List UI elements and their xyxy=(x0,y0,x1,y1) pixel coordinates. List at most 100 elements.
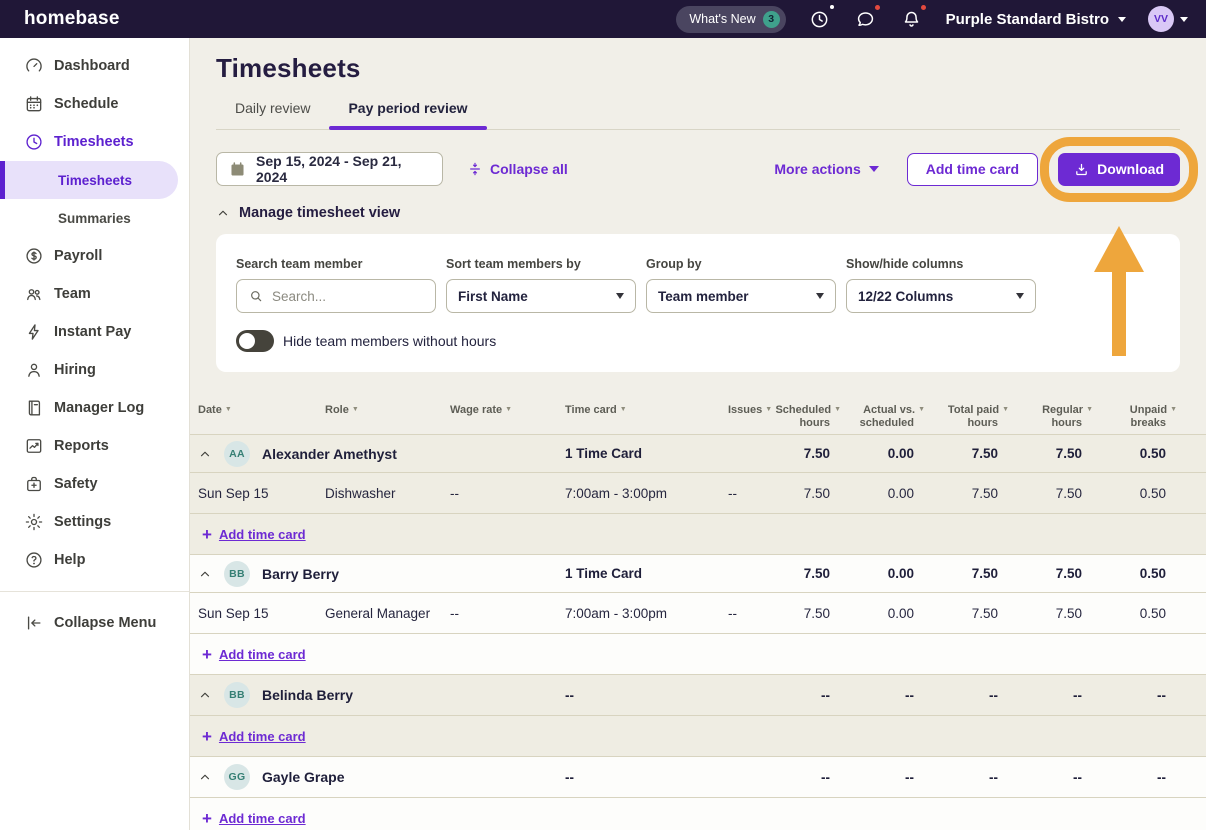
avatar: GG xyxy=(224,764,250,790)
search-input[interactable] xyxy=(272,289,424,304)
bell-icon[interactable] xyxy=(900,7,924,31)
team-member-name: Barry Berry xyxy=(262,566,339,582)
regular-hours-value: 7.50 xyxy=(1003,486,1087,501)
tab-daily-review[interactable]: Daily review xyxy=(216,100,329,129)
sidebar-item-reports[interactable]: Reports xyxy=(0,427,189,465)
total-paid-hours-value: 7.50 xyxy=(919,566,1003,581)
search-icon xyxy=(248,288,264,304)
sidebar-item-manager-log[interactable]: Manager Log xyxy=(0,389,189,427)
group-by-select[interactable]: Team member xyxy=(646,279,836,313)
time-card-row[interactable]: Sun Sep 15 Dishwasher -- 7:00am - 3:00pm… xyxy=(190,473,1206,514)
sidebar-item-team[interactable]: Team xyxy=(0,275,189,313)
sort-select[interactable]: First Name xyxy=(446,279,636,313)
add-time-card-link[interactable]: + Add time card xyxy=(198,646,1206,663)
scheduled-hours-value: -- xyxy=(760,688,835,703)
business-switcher[interactable]: Purple Standard Bistro xyxy=(946,11,1126,28)
add-time-card-button[interactable]: Add time card xyxy=(907,153,1038,186)
chevron-down-icon xyxy=(616,293,624,299)
column-header-wage-rate[interactable]: Wage rate▼ xyxy=(450,403,565,417)
sidebar-item-label: Schedule xyxy=(54,96,118,112)
actual-vs-scheduled-value: 0.00 xyxy=(835,486,919,501)
sidebar-item-hiring[interactable]: Hiring xyxy=(0,351,189,389)
chevron-up-icon xyxy=(216,206,230,220)
column-header-date[interactable]: Date▼ xyxy=(198,403,325,417)
regular-hours-value: 7.50 xyxy=(1003,566,1087,581)
calendar-icon xyxy=(229,161,246,178)
whats-new-button[interactable]: What's New 3 xyxy=(676,6,785,33)
sidebar-item-label: Hiring xyxy=(54,362,96,378)
plus-icon: + xyxy=(202,526,212,543)
time-card-count: -- xyxy=(565,688,720,703)
toolbar: Sep 15, 2024 - Sep 21, 2024 Collapse all… xyxy=(216,152,1180,186)
sidebar-item-label: Help xyxy=(54,552,85,568)
column-header-unpaid-breaks[interactable]: Unpaid▼breaks xyxy=(1087,403,1171,430)
table-header-row: Date▼ Role▼ Wage rate▼ Time card▼ Issues… xyxy=(190,396,1206,435)
column-header-issues[interactable]: Issues▼ xyxy=(720,403,760,417)
column-header-total-paid-hours[interactable]: Total paid▼hours xyxy=(919,403,1003,430)
sidebar-item-label: Manager Log xyxy=(54,400,144,416)
sidebar-item-timesheets[interactable]: Timesheets xyxy=(0,123,189,161)
time-card-value: 7:00am - 3:00pm xyxy=(565,486,720,501)
collapse-all-button[interactable]: Collapse all xyxy=(467,161,568,177)
time-card-count: 1 Time Card xyxy=(565,446,720,461)
collapse-group-icon[interactable] xyxy=(198,567,212,581)
hide-members-toggle[interactable] xyxy=(236,330,274,352)
sidebar-item-schedule[interactable]: Schedule xyxy=(0,85,189,123)
question-circle-icon xyxy=(24,550,44,570)
plus-icon: + xyxy=(202,810,212,827)
columns-select[interactable]: 12/22 Columns xyxy=(846,279,1036,313)
collapse-group-icon[interactable] xyxy=(198,688,212,702)
main-content: Timesheets Daily review Pay period revie… xyxy=(190,38,1206,830)
avatar: BB xyxy=(224,561,250,587)
manage-view-title: Manage timesheet view xyxy=(239,205,400,221)
actual-vs-scheduled-value: -- xyxy=(835,770,919,785)
sidebar: Dashboard Schedule Timesheets Timesheets… xyxy=(0,38,190,830)
sort-value: First Name xyxy=(458,289,528,304)
add-time-card-link[interactable]: + Add time card xyxy=(198,810,1206,827)
add-time-card-link[interactable]: + Add time card xyxy=(198,728,1206,745)
more-actions-button[interactable]: More actions xyxy=(774,161,878,177)
unpaid-breaks-value: 0.50 xyxy=(1087,566,1171,581)
column-header-time-card[interactable]: Time card▼ xyxy=(565,403,720,417)
group-by-label: Group by xyxy=(646,257,836,271)
date-range-picker[interactable]: Sep 15, 2024 - Sep 21, 2024 xyxy=(216,152,443,186)
column-header-regular-hours[interactable]: Regular▼hours xyxy=(1003,403,1087,430)
sidebar-item-help[interactable]: Help xyxy=(0,541,189,579)
manage-timesheet-view-toggle[interactable]: Manage timesheet view xyxy=(216,205,1180,221)
collapse-vertical-icon xyxy=(467,161,483,177)
time-clock-icon[interactable] xyxy=(808,7,832,31)
chevron-down-icon xyxy=(1118,17,1126,22)
tab-pay-period-review[interactable]: Pay period review xyxy=(329,100,486,129)
add-time-card-link[interactable]: + Add time card xyxy=(198,526,1206,543)
group-header-row: BB Barry Berry 1 Time Card 7.50 0.00 7.5… xyxy=(190,555,1206,593)
sidebar-item-instant-pay[interactable]: Instant Pay xyxy=(0,313,189,351)
wage-rate-value: -- xyxy=(450,606,565,621)
time-card-value: 7:00am - 3:00pm xyxy=(565,606,720,621)
download-button[interactable]: Download xyxy=(1058,153,1180,186)
gauge-icon xyxy=(24,56,44,76)
time-card-row[interactable]: Sun Sep 15 General Manager -- 7:00am - 3… xyxy=(190,593,1206,634)
scheduled-hours-value: -- xyxy=(760,770,835,785)
collapse-group-icon[interactable] xyxy=(198,770,212,784)
sidebar-item-safety[interactable]: Safety xyxy=(0,465,189,503)
sidebar-item-payroll[interactable]: Payroll xyxy=(0,237,189,275)
collapse-menu-button[interactable]: Collapse Menu xyxy=(0,604,189,642)
sidebar-item-label: Team xyxy=(54,286,91,302)
messages-icon[interactable] xyxy=(854,7,878,31)
sidebar-subitem-timesheets[interactable]: Timesheets xyxy=(0,161,178,199)
date-value: Sun Sep 15 xyxy=(198,486,325,501)
plus-icon: + xyxy=(202,728,212,745)
actual-vs-scheduled-value: 0.00 xyxy=(835,606,919,621)
sidebar-item-dashboard[interactable]: Dashboard xyxy=(0,47,189,85)
sidebar-item-settings[interactable]: Settings xyxy=(0,503,189,541)
column-header-actual-vs-scheduled[interactable]: Actual vs.▼scheduled xyxy=(835,403,919,430)
sidebar-subitem-summaries[interactable]: Summaries xyxy=(0,199,189,237)
user-menu[interactable]: VV xyxy=(1148,6,1188,32)
first-aid-icon xyxy=(24,474,44,494)
sidebar-item-label: Instant Pay xyxy=(54,324,131,340)
column-header-scheduled-hours[interactable]: Scheduled▼hours xyxy=(760,403,835,430)
column-header-role[interactable]: Role▼ xyxy=(325,403,450,417)
collapse-group-icon[interactable] xyxy=(198,447,212,461)
regular-hours-value: 7.50 xyxy=(1003,446,1087,461)
total-paid-hours-value: -- xyxy=(919,770,1003,785)
